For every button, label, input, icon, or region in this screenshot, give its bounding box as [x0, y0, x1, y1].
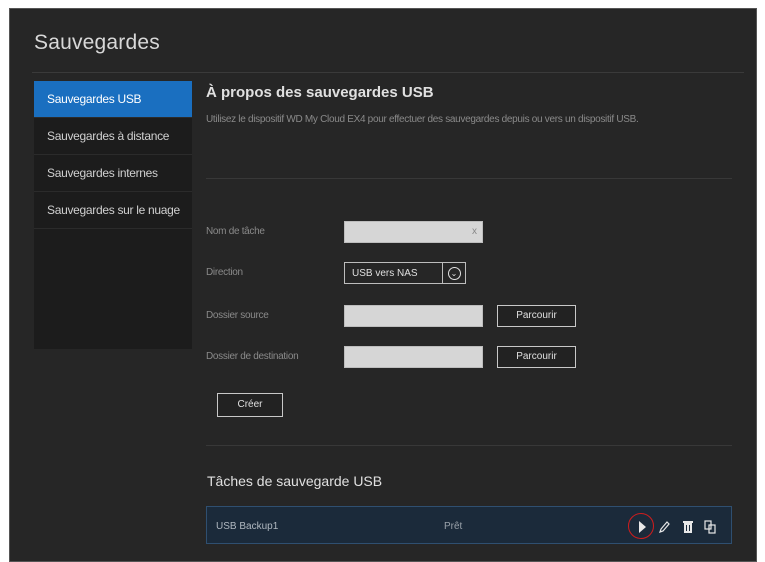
destination-label: Dossier de destination [206, 351, 299, 362]
section-description: Utilisez le dispositif WD My Cloud EX4 p… [206, 114, 639, 125]
task-actions [628, 513, 719, 539]
direction-label: Direction [206, 267, 243, 278]
task-name-label: Nom de tâche [206, 226, 265, 237]
direction-select[interactable]: USB vers NAS ⌄ [344, 262, 466, 284]
edit-icon[interactable] [657, 519, 671, 535]
tasks-title: Tâches de sauvegarde USB [207, 473, 383, 489]
create-button[interactable]: Créer [217, 393, 283, 417]
task-name-input[interactable]: x [344, 221, 483, 243]
delete-icon[interactable] [681, 519, 695, 535]
task-row[interactable]: USB Backup1 Prêt [206, 506, 732, 544]
direction-row: Direction USB vers NAS ⌄ [206, 262, 506, 286]
about-section: À propos des sauvegardes USB Utilisez le… [206, 84, 731, 125]
details-icon[interactable] [703, 519, 717, 535]
play-icon[interactable] [628, 513, 654, 539]
chevron-down-icon: ⌄ [447, 266, 461, 280]
task-name-row: Nom de tâche x [206, 221, 506, 245]
browse-source-button[interactable]: Parcourir [497, 305, 576, 327]
task-status: Prêt [444, 521, 463, 532]
destination-input[interactable] [344, 346, 483, 368]
source-label: Dossier source [206, 310, 269, 321]
direction-value: USB vers NAS [352, 268, 418, 279]
browse-destination-button[interactable]: Parcourir [497, 346, 576, 368]
destination-row: Dossier de destination Parcourir [206, 346, 586, 370]
task-name: USB Backup1 [216, 521, 279, 532]
section-divider [206, 178, 732, 179]
main-content: À propos des sauvegardes USB Utilisez le… [0, 0, 765, 562]
clear-icon[interactable]: x [472, 226, 477, 237]
source-input[interactable] [344, 305, 483, 327]
source-row: Dossier source Parcourir [206, 305, 586, 329]
dropdown-toggle[interactable]: ⌄ [442, 263, 465, 283]
highlight-circle [628, 513, 654, 539]
tasks-divider [206, 445, 732, 446]
section-title: À propos des sauvegardes USB [206, 84, 434, 101]
